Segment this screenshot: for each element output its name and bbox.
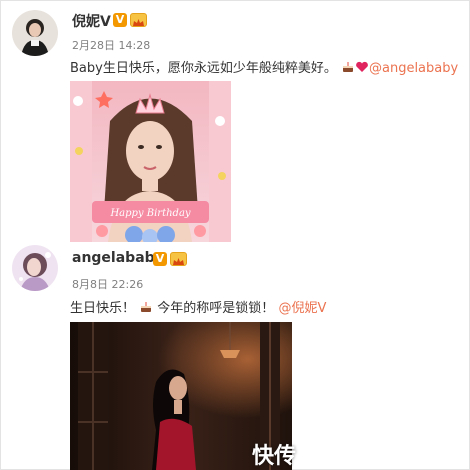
- post-image[interactable]: Happy Birthday: [70, 81, 231, 242]
- verified-icon: V: [113, 13, 127, 27]
- post-text: 生日快乐！ 今年的称呼是锁锁！ @倪妮V: [70, 297, 326, 318]
- post-text-end: 今年的称呼是锁锁！: [153, 301, 275, 316]
- mention-link[interactable]: @angelababy: [369, 61, 458, 76]
- mention-link[interactable]: @倪妮V: [278, 301, 326, 316]
- post-text-start: 生日快乐！: [70, 301, 136, 316]
- cake-icon: [139, 300, 153, 318]
- avatar[interactable]: [12, 10, 58, 56]
- verified-icon: V: [153, 252, 167, 266]
- username[interactable]: angelababy: [72, 250, 164, 266]
- post-time[interactable]: 2月28日 14:28: [72, 37, 150, 53]
- cake-icon: [341, 60, 355, 78]
- avatar[interactable]: [12, 245, 58, 291]
- username[interactable]: 倪妮V: [72, 11, 111, 31]
- post-text-body: Baby生日快乐，愿你永远如少年般纯粹美好。: [70, 61, 337, 76]
- watermark-text: 快传: [252, 444, 297, 469]
- birthday-banner-text: Happy Birthday: [109, 208, 190, 219]
- vip-crown-icon: [170, 252, 187, 266]
- post-text: Baby生日快乐，愿你永远如少年般纯粹美好。 @angelababy: [70, 57, 458, 78]
- post-time[interactable]: 8月8日 22:26: [72, 276, 143, 292]
- heart-icon: [355, 60, 369, 78]
- vip-crown-icon: [130, 13, 147, 27]
